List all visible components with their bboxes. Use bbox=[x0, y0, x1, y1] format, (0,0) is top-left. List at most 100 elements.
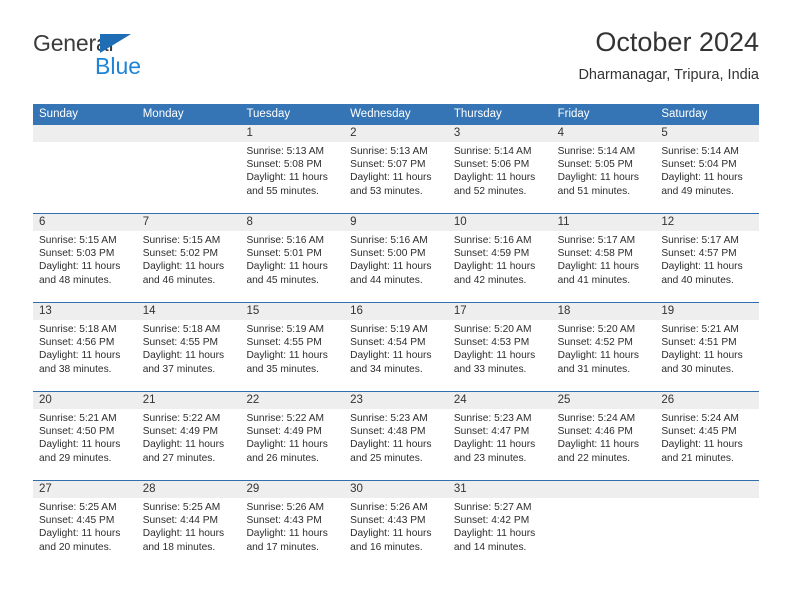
day-cell[interactable]: Sunrise: 5:19 AM Sunset: 4:55 PM Daylight:… bbox=[240, 320, 344, 391]
day-number[interactable]: 31 bbox=[448, 481, 552, 498]
day-cell[interactable]: Sunrise: 5:21 AM Sunset: 4:50 PM Daylight:… bbox=[33, 409, 137, 480]
day-number[interactable]: 19 bbox=[655, 303, 759, 320]
day-info-line: and 30 minutes. bbox=[661, 363, 734, 375]
day-number[interactable]: 30 bbox=[344, 481, 448, 498]
day-cell[interactable]: Sunrise: 5:19 AM Sunset: 4:54 PM Daylight:… bbox=[344, 320, 448, 391]
day-cell[interactable]: Sunrise: 5:13 AM Sunset: 5:08 PM Daylight:… bbox=[240, 142, 344, 213]
day-info-line: Sunrise: 5:13 AM bbox=[246, 146, 325, 157]
day-cell[interactable]: Sunrise: 5:22 AM Sunset: 4:49 PM Daylight:… bbox=[240, 409, 344, 480]
day-cell[interactable]: Sunrise: 5:15 AM Sunset: 5:03 PM Daylight:… bbox=[33, 231, 137, 302]
day-info-line: Sunset: 4:43 PM bbox=[246, 515, 322, 527]
day-number[interactable]: 28 bbox=[137, 481, 241, 498]
day-number[interactable]: 4 bbox=[552, 125, 656, 142]
day-number[interactable]: 20 bbox=[33, 392, 137, 409]
day-info-line: Daylight: 11 hours bbox=[661, 350, 743, 362]
day-number[interactable]: 5 bbox=[655, 125, 759, 142]
day-cell[interactable]: Sunrise: 5:17 AM Sunset: 4:58 PM Daylight:… bbox=[552, 231, 656, 302]
day-cell[interactable]: Sunrise: 5:14 AM Sunset: 5:04 PM Daylight:… bbox=[655, 142, 759, 213]
day-number[interactable]: 29 bbox=[240, 481, 344, 498]
day-number[interactable]: 1 bbox=[240, 125, 344, 142]
day-cell[interactable]: Sunrise: 5:14 AM Sunset: 5:06 PM Daylight:… bbox=[448, 142, 552, 213]
day-cell[interactable]: Sunrise: 5:24 AM Sunset: 4:45 PM Daylight:… bbox=[655, 409, 759, 480]
day-cell[interactable]: Sunrise: 5:15 AM Sunset: 5:02 PM Daylight:… bbox=[137, 231, 241, 302]
day-info-line: Sunrise: 5:18 AM bbox=[39, 324, 117, 335]
day-info-line: and 20 minutes. bbox=[39, 541, 112, 553]
day-number[interactable]: 10 bbox=[448, 214, 552, 231]
day-number[interactable]: 7 bbox=[137, 214, 241, 231]
day-number-empty bbox=[552, 481, 656, 498]
day-number[interactable]: 16 bbox=[344, 303, 448, 320]
day-info-line: Daylight: 11 hours bbox=[661, 439, 743, 451]
blue-flag-triangle-icon bbox=[100, 34, 131, 53]
brand-name-blue: Blue bbox=[95, 53, 142, 79]
day-cell[interactable]: Sunrise: 5:16 AM Sunset: 5:01 PM Daylight:… bbox=[240, 231, 344, 302]
day-info-line: Sunrise: 5:15 AM bbox=[39, 235, 117, 246]
calendar-week-row: 20 21 22 23 24 25 26 Sunrise: 5:21 AM Sunset: 4:… bbox=[33, 391, 759, 480]
day-cell[interactable]: Sunrise: 5:21 AM Sunset: 4:51 PM Daylight:… bbox=[655, 320, 759, 391]
day-cell[interactable]: Sunrise: 5:13 AM Sunset: 5:07 PM Daylight:… bbox=[344, 142, 448, 213]
day-info-line: Sunset: 4:51 PM bbox=[661, 337, 737, 349]
day-number[interactable]: 21 bbox=[137, 392, 241, 409]
day-info-line: and 26 minutes. bbox=[246, 452, 319, 464]
calendar-page: General Blue October 2024 Dharmanagar, T… bbox=[0, 0, 792, 612]
day-cell[interactable]: Sunrise: 5:16 AM Sunset: 4:59 PM Daylight:… bbox=[448, 231, 552, 302]
day-cell[interactable]: Sunrise: 5:14 AM Sunset: 5:05 PM Daylight:… bbox=[552, 142, 656, 213]
day-number[interactable]: 13 bbox=[33, 303, 137, 320]
day-number[interactable]: 6 bbox=[33, 214, 137, 231]
weekday-header-friday: Friday bbox=[557, 108, 590, 120]
day-cell[interactable]: Sunrise: 5:18 AM Sunset: 4:55 PM Daylight:… bbox=[137, 320, 241, 391]
day-info-line: Sunset: 5:07 PM bbox=[350, 159, 426, 171]
day-info-line: and 34 minutes. bbox=[350, 363, 423, 375]
day-cell[interactable]: Sunrise: 5:26 AM Sunset: 4:43 PM Daylight:… bbox=[344, 498, 448, 569]
day-number[interactable]: 27 bbox=[33, 481, 137, 498]
day-cell[interactable]: Sunrise: 5:18 AM Sunset: 4:56 PM Daylight:… bbox=[33, 320, 137, 391]
day-number[interactable]: 17 bbox=[448, 303, 552, 320]
day-number[interactable]: 2 bbox=[344, 125, 448, 142]
day-number[interactable]: 14 bbox=[137, 303, 241, 320]
day-number[interactable]: 11 bbox=[552, 214, 656, 231]
day-cell[interactable]: Sunrise: 5:20 AM Sunset: 4:52 PM Daylight:… bbox=[552, 320, 656, 391]
day-number[interactable]: 23 bbox=[344, 392, 448, 409]
day-cell[interactable]: Sunrise: 5:24 AM Sunset: 4:46 PM Daylight:… bbox=[552, 409, 656, 480]
day-info-line: Sunrise: 5:26 AM bbox=[246, 502, 325, 513]
day-cell[interactable]: Sunrise: 5:17 AM Sunset: 4:57 PM Daylight:… bbox=[655, 231, 759, 302]
day-cell[interactable]: Sunrise: 5:20 AM Sunset: 4:53 PM Daylight:… bbox=[448, 320, 552, 391]
day-info-line: and 40 minutes. bbox=[661, 274, 734, 286]
day-info-line: Sunset: 4:57 PM bbox=[661, 248, 737, 260]
day-cell-empty bbox=[137, 142, 241, 213]
day-cell-empty bbox=[655, 498, 759, 569]
day-info-line: and 35 minutes. bbox=[246, 363, 319, 375]
day-number[interactable]: 15 bbox=[240, 303, 344, 320]
day-cell[interactable]: Sunrise: 5:25 AM Sunset: 4:44 PM Daylight:… bbox=[137, 498, 241, 569]
day-cell[interactable]: Sunrise: 5:23 AM Sunset: 4:47 PM Daylight:… bbox=[448, 409, 552, 480]
day-cell[interactable]: Sunrise: 5:27 AM Sunset: 4:42 PM Daylight:… bbox=[448, 498, 552, 569]
day-number-empty bbox=[33, 125, 137, 142]
calendar-week-row: 6 7 8 9 10 11 12 Sunrise: 5:15 AM Sunset: 5:03 P… bbox=[33, 213, 759, 302]
weekday-header-monday: Monday bbox=[142, 108, 184, 120]
day-number[interactable]: 12 bbox=[655, 214, 759, 231]
day-cell[interactable]: Sunrise: 5:22 AM Sunset: 4:49 PM Daylight:… bbox=[137, 409, 241, 480]
day-number[interactable]: 22 bbox=[240, 392, 344, 409]
day-number[interactable]: 26 bbox=[655, 392, 759, 409]
day-cell[interactable]: Sunrise: 5:25 AM Sunset: 4:45 PM Daylight:… bbox=[33, 498, 137, 569]
day-info-line: Daylight: 11 hours bbox=[39, 350, 121, 362]
day-info-line: Sunset: 5:02 PM bbox=[142, 248, 219, 260]
day-number[interactable]: 3 bbox=[448, 125, 552, 142]
day-info-line: Sunrise: 5:21 AM bbox=[661, 324, 739, 335]
day-number[interactable]: 8 bbox=[240, 214, 344, 231]
day-number[interactable]: 25 bbox=[552, 392, 656, 409]
day-number[interactable]: 9 bbox=[344, 214, 448, 231]
general-blue-logo[interactable]: General Blue bbox=[33, 30, 223, 86]
day-info-line: Daylight: 11 hours bbox=[246, 172, 328, 184]
day-info-line: Daylight: 11 hours bbox=[350, 528, 432, 540]
day-info-line: Sunrise: 5:19 AM bbox=[350, 324, 428, 335]
day-info-line: Sunset: 5:06 PM bbox=[453, 159, 530, 171]
day-cell[interactable]: Sunrise: 5:26 AM Sunset: 4:43 PM Daylight:… bbox=[240, 498, 344, 569]
day-info-line: Daylight: 11 hours bbox=[557, 172, 639, 184]
day-number[interactable]: 18 bbox=[552, 303, 656, 320]
day-cell[interactable]: Sunrise: 5:23 AM Sunset: 4:48 PM Daylight:… bbox=[344, 409, 448, 480]
calendar-week-row: 13 14 15 16 17 18 19 Sunrise: 5:18 AM Sunset: 4:… bbox=[33, 302, 759, 391]
day-number[interactable]: 24 bbox=[448, 392, 552, 409]
day-cell[interactable]: Sunrise: 5:16 AM Sunset: 5:00 PM Daylight:… bbox=[344, 231, 448, 302]
week-daynumber-band: 20 21 22 23 24 25 26 bbox=[33, 392, 759, 409]
